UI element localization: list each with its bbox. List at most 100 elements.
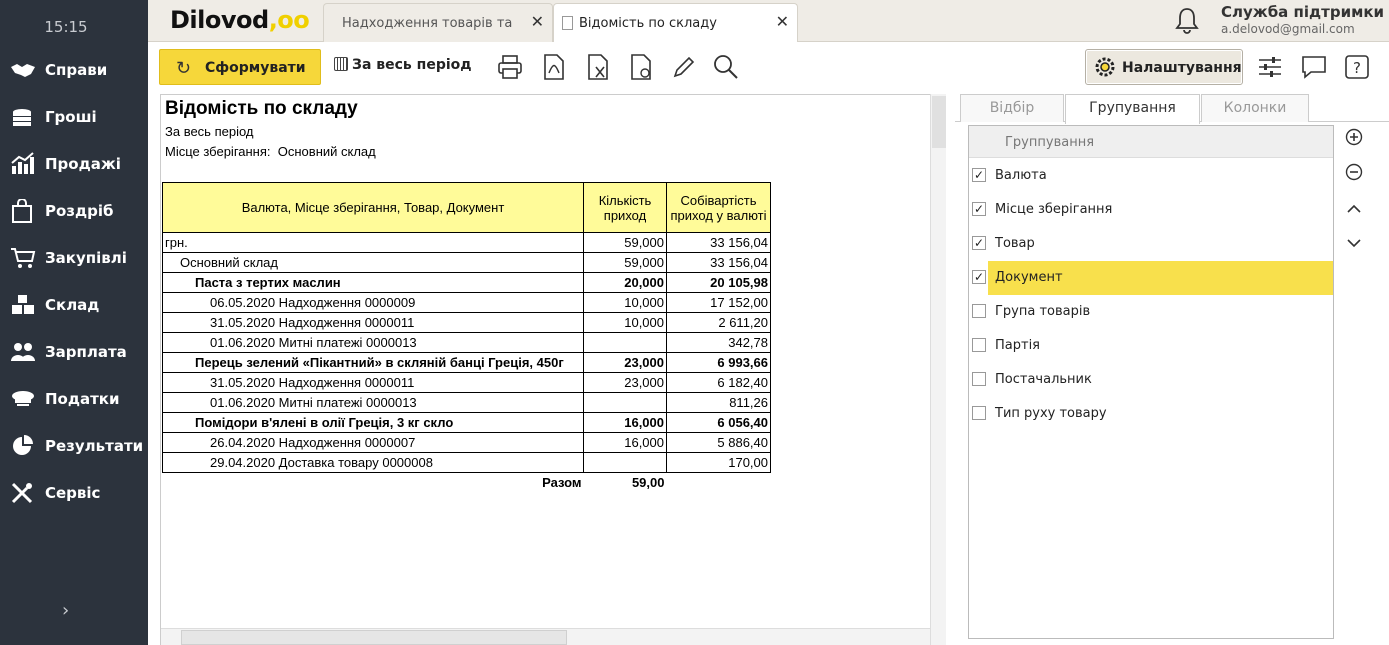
- sidebar-item-servis[interactable]: Сервіс: [0, 473, 148, 513]
- tab-label: Відомість по складу: [579, 16, 717, 31]
- row-name: 29.04.2020 Доставка товару 0000008: [162, 452, 584, 473]
- panel-tabs: Відбір Групування Колонки: [955, 92, 1389, 124]
- grouping-checkbox[interactable]: ✓: [972, 168, 986, 182]
- sidebar-item-sklad[interactable]: Склад: [0, 285, 148, 325]
- excel-export-icon[interactable]: [584, 53, 612, 81]
- report-storage: Місце зберігання: Основний склад: [165, 144, 376, 159]
- sidebar-item-label: Сервіс: [45, 484, 101, 502]
- top-bar: Dilovod,oo Надходження товарів та послуг…: [148, 0, 1389, 43]
- row-name: 26.04.2020 Надходження 0000007: [162, 432, 584, 453]
- row-cost: 6 056,40: [666, 412, 771, 433]
- refresh-icon: ↻: [176, 58, 192, 78]
- move-up-button[interactable]: [1344, 200, 1364, 220]
- row-cost: 33 156,04: [666, 252, 771, 273]
- grouping-checkbox[interactable]: [972, 406, 986, 420]
- grouping-item[interactable]: Тип руху товару: [969, 397, 1333, 431]
- chat-icon[interactable]: [1300, 53, 1328, 81]
- pencil-icon[interactable]: [670, 53, 698, 81]
- grouping-item[interactable]: ✓ Місце зберігання: [969, 193, 1333, 227]
- handshake-icon: [11, 64, 35, 77]
- period-label: За весь період: [352, 57, 472, 73]
- pdf-export-icon[interactable]: [540, 53, 568, 81]
- row-qty: 10,000: [583, 312, 667, 333]
- row-qty: 20,000: [583, 272, 667, 293]
- generate-button[interactable]: ↻ Сформувати: [159, 49, 321, 85]
- row-cost: 17 152,00: [666, 292, 771, 313]
- sidebar-item-label: Роздріб: [45, 202, 114, 220]
- close-icon[interactable]: ✕: [531, 12, 544, 32]
- sidebar-collapse-button[interactable]: ›: [62, 600, 69, 621]
- grouping-checkbox[interactable]: [972, 372, 986, 386]
- table-row: Паста з тертих маслин 20,000 20 105,98: [162, 272, 771, 293]
- grouping-checkbox[interactable]: [972, 304, 986, 318]
- table-row: 31.05.2020 Надходження 0000011 10,000 2 61…: [162, 312, 771, 333]
- sidebar-item-zakupivli[interactable]: Закупівлі: [0, 238, 148, 278]
- sidebar-item-rezultaty[interactable]: Результати: [0, 426, 148, 466]
- vertical-scrollbar[interactable]: [930, 94, 946, 645]
- tab-vidomist[interactable]: Відомість по складу ✕: [553, 3, 798, 43]
- horizontal-scrollbar[interactable]: [161, 628, 930, 645]
- cart-icon: [11, 248, 36, 268]
- add-button[interactable]: [1344, 128, 1364, 148]
- row-qty: 16,000: [583, 432, 667, 453]
- remove-button[interactable]: [1344, 163, 1364, 183]
- filter-sliders-icon[interactable]: [1256, 53, 1284, 81]
- close-icon[interactable]: ✕: [776, 12, 789, 32]
- sidebar-item-label: Закупівлі: [45, 249, 127, 267]
- table-row: Помідори в'ялені в олії Греція, 3 кг скл…: [162, 412, 771, 433]
- grouping-label: Група товарів: [995, 304, 1091, 319]
- scroll-thumb[interactable]: [932, 96, 946, 148]
- grouping-item[interactable]: Партія: [969, 329, 1333, 363]
- table-row: грн. 59,000 33 156,04: [162, 232, 771, 253]
- sidebar-item-podatky[interactable]: Податки: [0, 379, 148, 419]
- sidebar-item-label: Зарплата: [45, 343, 127, 361]
- row-qty: 23,000: [583, 352, 667, 373]
- row-cost: 2 611,20: [666, 312, 771, 333]
- settings-panel: Відбір Групування Колонки Группування ✓ В…: [955, 92, 1389, 645]
- document-settings-icon[interactable]: [627, 53, 655, 81]
- row-name: Перець зелений «Пікантний» в скляній бан…: [162, 352, 584, 373]
- row-cost: 6 182,40: [666, 372, 771, 393]
- printer-icon[interactable]: [496, 53, 524, 81]
- report-title: Відомість по складу: [165, 98, 358, 119]
- grouping-header: Группування: [969, 126, 1333, 158]
- search-icon[interactable]: [712, 53, 740, 81]
- grouping-item[interactable]: ✓ Товар: [969, 227, 1333, 261]
- tab-grouping[interactable]: Групування: [1065, 94, 1200, 124]
- sidebar-item-spravy[interactable]: Справи: [0, 50, 148, 90]
- boxes-icon: [12, 295, 34, 314]
- grouping-checkbox[interactable]: ✓: [972, 202, 986, 216]
- settings-button[interactable]: Налаштування: [1085, 49, 1243, 85]
- support-title[interactable]: Служба підтримки: [1221, 3, 1384, 21]
- grouping-label: Документ: [995, 270, 1063, 285]
- column-header: Валюта, Місце зберігання, Товар, Докумен…: [162, 182, 584, 233]
- help-icon[interactable]: ?: [1343, 53, 1371, 81]
- tab-nadhodzhennia[interactable]: Надходження товарів та послуг ✕: [323, 3, 553, 42]
- grouping-checkbox[interactable]: ✓: [972, 236, 986, 250]
- sidebar-item-zarplata[interactable]: Зарплата: [0, 332, 148, 372]
- row-qty: [583, 332, 667, 353]
- bell-icon[interactable]: [1175, 6, 1199, 34]
- grouping-label: Партія: [995, 338, 1040, 353]
- sidebar: 15:15 Справи Гроші Продажі Роздріб Закуп…: [0, 0, 148, 645]
- logo: Dilovod,oo: [170, 6, 310, 34]
- tab-label: Надходження товарів та послуг: [342, 16, 517, 31]
- sidebar-item-prodazhi[interactable]: Продажі: [0, 144, 148, 184]
- sidebar-item-groshi[interactable]: Гроші: [0, 97, 148, 137]
- sidebar-item-rozdrib[interactable]: Роздріб: [0, 191, 148, 231]
- grouping-item[interactable]: Постачальник: [969, 363, 1333, 397]
- scroll-thumb[interactable]: [181, 630, 567, 645]
- table-row: 06.05.2020 Надходження 0000009 10,000 17 1…: [162, 292, 771, 313]
- grouping-item[interactable]: ✓ Документ: [969, 261, 1333, 295]
- grouping-checkbox[interactable]: [972, 338, 986, 352]
- coins-icon: [13, 109, 31, 126]
- pie-chart-icon: [13, 435, 33, 455]
- grouping-checkbox[interactable]: ✓: [972, 270, 986, 284]
- tab-filter[interactable]: Відбір: [960, 94, 1064, 122]
- grouping-item[interactable]: Група товарів: [969, 295, 1333, 329]
- grouping-item[interactable]: ✓ Валюта: [969, 159, 1333, 193]
- tab-columns[interactable]: Колонки: [1201, 94, 1309, 122]
- grouping-label: Тип руху товару: [995, 406, 1107, 421]
- row-cost: 342,78: [666, 332, 771, 353]
- move-down-button[interactable]: [1344, 234, 1364, 254]
